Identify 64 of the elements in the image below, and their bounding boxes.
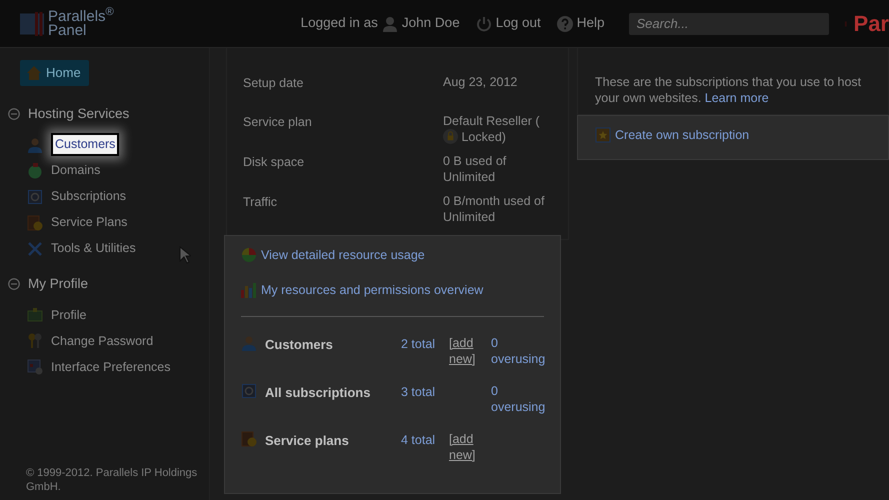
copyright-text: © 1999-2012. Parallels IP Holdings GmbH. bbox=[26, 466, 198, 494]
person-icon bbox=[241, 334, 257, 350]
home-button[interactable]: Home bbox=[20, 60, 89, 86]
stat-label: All subscriptions bbox=[265, 384, 370, 402]
gear-icon bbox=[241, 382, 257, 398]
window-gear-icon bbox=[27, 359, 43, 375]
section-header[interactable]: Hosting Services bbox=[28, 104, 130, 124]
stat-label: Service plans bbox=[265, 432, 349, 450]
info-value: Aug 23, 2012 bbox=[443, 74, 518, 91]
lock-icon bbox=[443, 129, 458, 144]
pie-chart-icon bbox=[241, 247, 257, 264]
sidebar-item[interactable]: Customers bbox=[51, 133, 120, 156]
key-icon bbox=[27, 333, 43, 349]
overusing-link[interactable]: 0 overusing bbox=[491, 382, 546, 414]
overusing-link[interactable]: 0 overusing bbox=[491, 334, 546, 366]
globe-icon bbox=[27, 162, 43, 179]
bar-chart-icon bbox=[241, 282, 257, 298]
add-new-link[interactable]: [add new] bbox=[449, 430, 487, 462]
sidebar-item[interactable]: Domains bbox=[51, 161, 100, 180]
info-value: 0 B/month used of Unlimited bbox=[443, 193, 546, 225]
power-icon bbox=[476, 16, 492, 32]
document-coin-icon bbox=[27, 214, 43, 231]
help-icon bbox=[556, 16, 573, 32]
info-label: Disk space bbox=[243, 154, 306, 171]
person-icon bbox=[27, 136, 43, 153]
info-label: Service plan bbox=[243, 114, 313, 131]
document-coin-icon bbox=[241, 430, 257, 446]
sidebar-item[interactable]: Profile bbox=[51, 306, 86, 324]
logo-icon bbox=[20, 10, 44, 36]
logged-in-label: Logged in as bbox=[300, 14, 378, 32]
sidebar-item[interactable]: Tools & Utilities bbox=[51, 239, 136, 258]
id-card-icon bbox=[27, 307, 43, 323]
section-header[interactable]: My Profile bbox=[28, 274, 88, 294]
total-link[interactable]: 2 total bbox=[401, 334, 449, 366]
create-subscription-link[interactable]: Create own subscription bbox=[615, 126, 750, 145]
info-value: Default Reseller ( Locked) bbox=[443, 113, 541, 145]
learn-more-link[interactable]: Learn more bbox=[704, 91, 769, 105]
star-window-icon bbox=[595, 127, 611, 144]
stat-label: Customers bbox=[265, 336, 333, 354]
user-link[interactable]: John Doe bbox=[402, 13, 460, 34]
help-link[interactable]: Help bbox=[576, 13, 605, 34]
resource-link[interactable]: View detailed resource usage bbox=[261, 246, 425, 265]
sidebar-item[interactable]: Service Plans bbox=[51, 213, 128, 232]
wrench-screwdriver-icon bbox=[27, 240, 43, 257]
info-label: Traffic bbox=[243, 194, 278, 211]
user-icon bbox=[382, 16, 398, 32]
logout-link[interactable]: Log out bbox=[496, 13, 541, 34]
sidebar-item[interactable]: Interface Preferences bbox=[51, 358, 171, 376]
logo-text: Panel bbox=[48, 24, 88, 38]
info-label: Setup date bbox=[243, 75, 304, 92]
total-link[interactable]: 4 total bbox=[401, 430, 449, 462]
mouse-cursor-icon bbox=[179, 246, 191, 264]
brand-text: Par bbox=[854, 10, 889, 38]
resource-link[interactable]: My resources and permissions overview bbox=[261, 280, 484, 300]
total-link[interactable]: 3 total bbox=[401, 382, 449, 414]
search-field[interactable]: Search... bbox=[628, 12, 829, 34]
add-new-link[interactable]: [add new] bbox=[449, 334, 487, 366]
sidebar-item[interactable]: Subscriptions bbox=[51, 187, 126, 206]
logo-text: Parallels$^{®}$ bbox=[48, 10, 114, 24]
gear-icon bbox=[27, 188, 43, 205]
description-text: These are the subscriptions that you use to host your own websites. Learn more bbox=[595, 74, 862, 106]
sidebar-item[interactable]: Change Password bbox=[51, 332, 154, 350]
home-icon bbox=[26, 64, 42, 81]
info-value: 0 B used of Unlimited bbox=[443, 153, 508, 185]
